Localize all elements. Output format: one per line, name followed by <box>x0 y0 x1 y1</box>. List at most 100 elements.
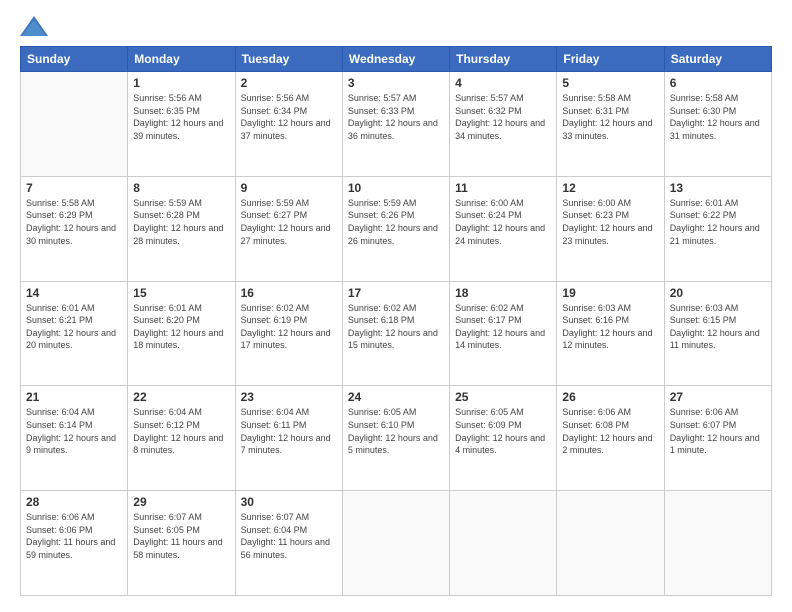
day-info: Sunrise: 6:06 AMSunset: 6:06 PMDaylight:… <box>26 511 122 561</box>
day-info: Sunrise: 5:56 AMSunset: 6:34 PMDaylight:… <box>241 92 337 142</box>
day-number: 20 <box>670 286 766 300</box>
calendar-cell: 20 Sunrise: 6:03 AMSunset: 6:15 PMDayligh… <box>664 281 771 386</box>
day-number: 24 <box>348 390 444 404</box>
calendar-cell: 14 Sunrise: 6:01 AMSunset: 6:21 PMDayligh… <box>21 281 128 386</box>
calendar-cell: 26 Sunrise: 6:06 AMSunset: 6:08 PMDayligh… <box>557 386 664 491</box>
day-info: Sunrise: 6:04 AMSunset: 6:11 PMDaylight:… <box>241 406 337 456</box>
day-number: 30 <box>241 495 337 509</box>
calendar-week-4: 21Sunrise: 6:04 AMSunset: 6:14 PMDayligh… <box>21 386 772 491</box>
day-info: Sunrise: 6:03 AMSunset: 6:15 PMDaylight:… <box>670 302 766 352</box>
day-info: Sunrise: 6:06 AMSunset: 6:08 PMDaylight:… <box>562 406 658 456</box>
calendar-cell: 4 Sunrise: 5:57 AMSunset: 6:32 PMDaylight… <box>450 72 557 177</box>
day-number: 4 <box>455 76 551 90</box>
day-number: 28 <box>26 495 122 509</box>
day-info: Sunrise: 6:00 AMSunset: 6:24 PMDaylight:… <box>455 197 551 247</box>
day-info: Sunrise: 5:59 AMSunset: 6:26 PMDaylight:… <box>348 197 444 247</box>
day-info: Sunrise: 5:57 AMSunset: 6:32 PMDaylight:… <box>455 92 551 142</box>
day-number: 27 <box>670 390 766 404</box>
calendar-cell <box>664 491 771 596</box>
calendar-header-tuesday: Tuesday <box>235 47 342 72</box>
day-info: Sunrise: 5:59 AMSunset: 6:28 PMDaylight:… <box>133 197 229 247</box>
calendar-cell: 6 Sunrise: 5:58 AMSunset: 6:30 PMDaylight… <box>664 72 771 177</box>
calendar-cell: 15 Sunrise: 6:01 AMSunset: 6:20 PMDayligh… <box>128 281 235 386</box>
calendar-cell: 29Sunrise: 6:07 AMSunset: 6:05 PMDayligh… <box>128 491 235 596</box>
day-number: 11 <box>455 181 551 195</box>
day-info: Sunrise: 6:01 AMSunset: 6:21 PMDaylight:… <box>26 302 122 352</box>
calendar-cell: 5 Sunrise: 5:58 AMSunset: 6:31 PMDaylight… <box>557 72 664 177</box>
day-info: Sunrise: 6:04 AMSunset: 6:12 PMDaylight:… <box>133 406 229 456</box>
calendar-cell: 1 Sunrise: 5:56 AMSunset: 6:35 PMDaylight… <box>128 72 235 177</box>
calendar-header-sunday: Sunday <box>21 47 128 72</box>
calendar-header-saturday: Saturday <box>664 47 771 72</box>
day-number: 19 <box>562 286 658 300</box>
day-number: 26 <box>562 390 658 404</box>
day-number: 3 <box>348 76 444 90</box>
calendar-cell: 11 Sunrise: 6:00 AMSunset: 6:24 PMDayligh… <box>450 176 557 281</box>
calendar-week-2: 7 Sunrise: 5:58 AMSunset: 6:29 PMDaylight… <box>21 176 772 281</box>
calendar-header-monday: Monday <box>128 47 235 72</box>
calendar-week-5: 28 Sunrise: 6:06 AMSunset: 6:06 PMDayligh… <box>21 491 772 596</box>
day-number: 13 <box>670 181 766 195</box>
calendar-cell: 3Sunrise: 5:57 AMSunset: 6:33 PMDaylight… <box>342 72 449 177</box>
day-number: 23 <box>241 390 337 404</box>
day-number: 17 <box>348 286 444 300</box>
header <box>20 16 772 36</box>
calendar-cell: 25 Sunrise: 6:05 AMSunset: 6:09 PMDayligh… <box>450 386 557 491</box>
day-number: 15 <box>133 286 229 300</box>
day-number: 22 <box>133 390 229 404</box>
calendar-cell: 8 Sunrise: 5:59 AMSunset: 6:28 PMDaylight… <box>128 176 235 281</box>
calendar-cell: 18 Sunrise: 6:02 AMSunset: 6:17 PMDayligh… <box>450 281 557 386</box>
calendar-cell: 10Sunrise: 5:59 AMSunset: 6:26 PMDayligh… <box>342 176 449 281</box>
calendar-cell: 9 Sunrise: 5:59 AMSunset: 6:27 PMDaylight… <box>235 176 342 281</box>
calendar-cell: 12Sunrise: 6:00 AMSunset: 6:23 PMDayligh… <box>557 176 664 281</box>
day-info: Sunrise: 6:01 AMSunset: 6:20 PMDaylight:… <box>133 302 229 352</box>
day-info: Sunrise: 6:02 AMSunset: 6:19 PMDaylight:… <box>241 302 337 352</box>
calendar-cell: 19 Sunrise: 6:03 AMSunset: 6:16 PMDayligh… <box>557 281 664 386</box>
day-number: 5 <box>562 76 658 90</box>
day-info: Sunrise: 5:58 AMSunset: 6:29 PMDaylight:… <box>26 197 122 247</box>
day-number: 16 <box>241 286 337 300</box>
day-info: Sunrise: 5:58 AMSunset: 6:31 PMDaylight:… <box>562 92 658 142</box>
calendar-cell: 13 Sunrise: 6:01 AMSunset: 6:22 PMDayligh… <box>664 176 771 281</box>
calendar-header-friday: Friday <box>557 47 664 72</box>
calendar-cell: 27 Sunrise: 6:06 AMSunset: 6:07 PMDayligh… <box>664 386 771 491</box>
day-info: Sunrise: 6:05 AMSunset: 6:10 PMDaylight:… <box>348 406 444 456</box>
day-number: 1 <box>133 76 229 90</box>
calendar-header-thursday: Thursday <box>450 47 557 72</box>
day-info: Sunrise: 6:05 AMSunset: 6:09 PMDaylight:… <box>455 406 551 456</box>
logo-icon <box>20 16 48 36</box>
calendar-cell: 2 Sunrise: 5:56 AMSunset: 6:34 PMDaylight… <box>235 72 342 177</box>
day-info: Sunrise: 6:01 AMSunset: 6:22 PMDaylight:… <box>670 197 766 247</box>
calendar-cell: 17Sunrise: 6:02 AMSunset: 6:18 PMDayligh… <box>342 281 449 386</box>
day-info: Sunrise: 6:02 AMSunset: 6:17 PMDaylight:… <box>455 302 551 352</box>
day-number: 14 <box>26 286 122 300</box>
day-number: 9 <box>241 181 337 195</box>
day-number: 8 <box>133 181 229 195</box>
calendar-cell: 16 Sunrise: 6:02 AMSunset: 6:19 PMDayligh… <box>235 281 342 386</box>
day-number: 18 <box>455 286 551 300</box>
calendar-cell: 7 Sunrise: 5:58 AMSunset: 6:29 PMDaylight… <box>21 176 128 281</box>
day-info: Sunrise: 6:06 AMSunset: 6:07 PMDaylight:… <box>670 406 766 456</box>
day-info: Sunrise: 5:56 AMSunset: 6:35 PMDaylight:… <box>133 92 229 142</box>
day-info: Sunrise: 5:58 AMSunset: 6:30 PMDaylight:… <box>670 92 766 142</box>
calendar: SundayMondayTuesdayWednesdayThursdayFrid… <box>20 46 772 596</box>
day-number: 2 <box>241 76 337 90</box>
day-number: 25 <box>455 390 551 404</box>
day-info: Sunrise: 6:03 AMSunset: 6:16 PMDaylight:… <box>562 302 658 352</box>
day-info: Sunrise: 5:59 AMSunset: 6:27 PMDaylight:… <box>241 197 337 247</box>
day-number: 6 <box>670 76 766 90</box>
calendar-cell <box>342 491 449 596</box>
day-info: Sunrise: 6:04 AMSunset: 6:14 PMDaylight:… <box>26 406 122 456</box>
calendar-header-wednesday: Wednesday <box>342 47 449 72</box>
calendar-cell: 23 Sunrise: 6:04 AMSunset: 6:11 PMDayligh… <box>235 386 342 491</box>
calendar-cell: 28 Sunrise: 6:06 AMSunset: 6:06 PMDayligh… <box>21 491 128 596</box>
calendar-cell: 21Sunrise: 6:04 AMSunset: 6:14 PMDayligh… <box>21 386 128 491</box>
calendar-week-1: 1 Sunrise: 5:56 AMSunset: 6:35 PMDaylight… <box>21 72 772 177</box>
calendar-cell <box>450 491 557 596</box>
day-number: 7 <box>26 181 122 195</box>
day-info: Sunrise: 6:07 AMSunset: 6:04 PMDaylight:… <box>241 511 337 561</box>
calendar-week-3: 14 Sunrise: 6:01 AMSunset: 6:21 PMDayligh… <box>21 281 772 386</box>
calendar-cell: 24 Sunrise: 6:05 AMSunset: 6:10 PMDayligh… <box>342 386 449 491</box>
day-number: 12 <box>562 181 658 195</box>
calendar-cell: 22 Sunrise: 6:04 AMSunset: 6:12 PMDayligh… <box>128 386 235 491</box>
